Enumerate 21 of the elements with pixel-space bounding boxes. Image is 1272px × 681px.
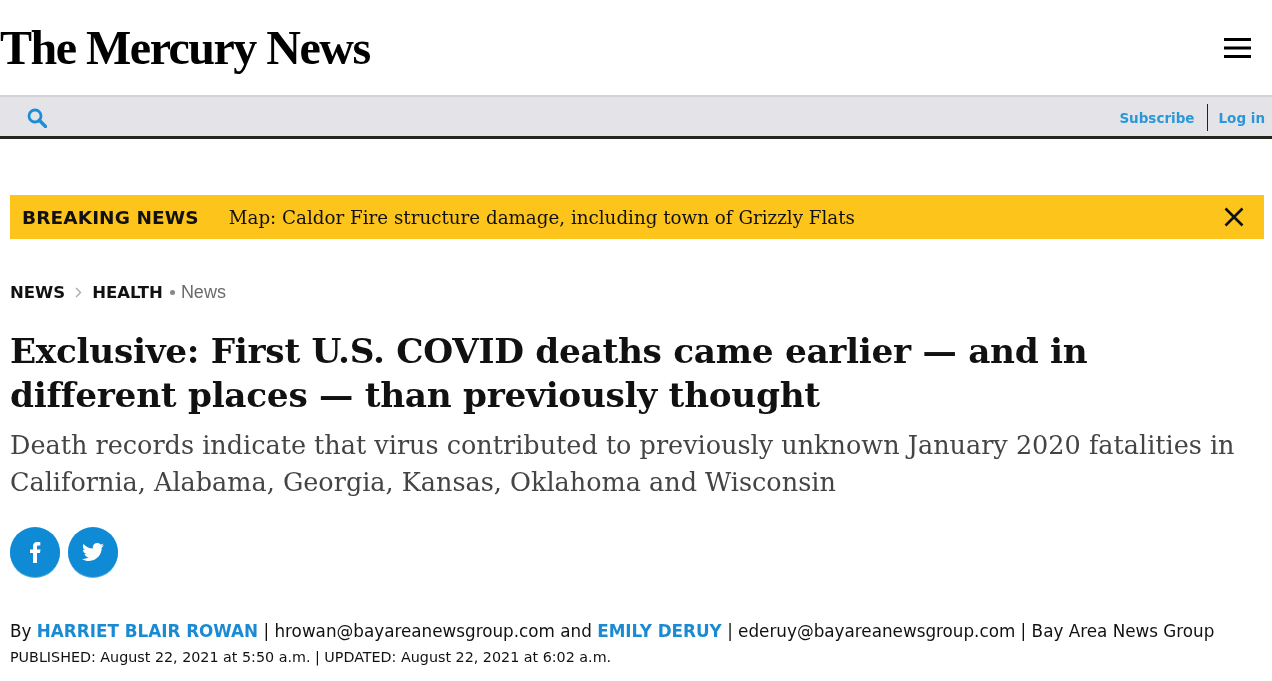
- close-icon[interactable]: [1224, 207, 1244, 227]
- publish-dates: PUBLISHED: August 22, 2021 at 5:50 a.m. | UPDATED: August 22, 2021 at 6:02 a.m.: [10, 648, 613, 667]
- logo-wordmark[interactable]: The Mercury News: [0, 23, 370, 72]
- chevron-icon: [75, 286, 83, 298]
- byline: By HARRIET BLAIR ROWAN | hrowan@bayareanewsgroup.com and EMILY DERUY | ederuy@bayareanewsgroup.com | Bay Area News Group: [10, 620, 1216, 643]
- search-icon[interactable]: [27, 107, 47, 128]
- bird-icon: [82, 543, 104, 561]
- breaking-news-link[interactable]: Map: Caldor Fire structure damage, including town of Grizzly Flats: [228, 206, 855, 228]
- section-tag: News: [180, 281, 226, 303]
- article-subheadline: Death records indicate that virus contributed to previously unknown January 2020 fatalities in California, Alabama, Georgia, Kansas, Oklahoma and Wisconsin: [10, 429, 1236, 499]
- share-button[interactable]: [10, 527, 60, 577]
- breadcrumb-link[interactable]: NEWS: [10, 282, 66, 302]
- breadcrumb-link[interactable]: HEALTH: [92, 282, 163, 302]
- article-headline: Exclusive: First U.S. COVID deaths came earlier — and in different places — than previously thought: [10, 330, 1089, 417]
- author-link[interactable]: HARRIET BLAIR ROWAN: [36, 621, 259, 641]
- menu-icon[interactable]: [1224, 37, 1251, 58]
- bullet-icon: [169, 289, 175, 295]
- author-link[interactable]: EMILY DERUY: [597, 621, 722, 641]
- breaking-news-label: BREAKING NEWS: [22, 206, 199, 228]
- share-button[interactable]: [68, 527, 118, 577]
- letter-f-icon: [29, 541, 41, 563]
